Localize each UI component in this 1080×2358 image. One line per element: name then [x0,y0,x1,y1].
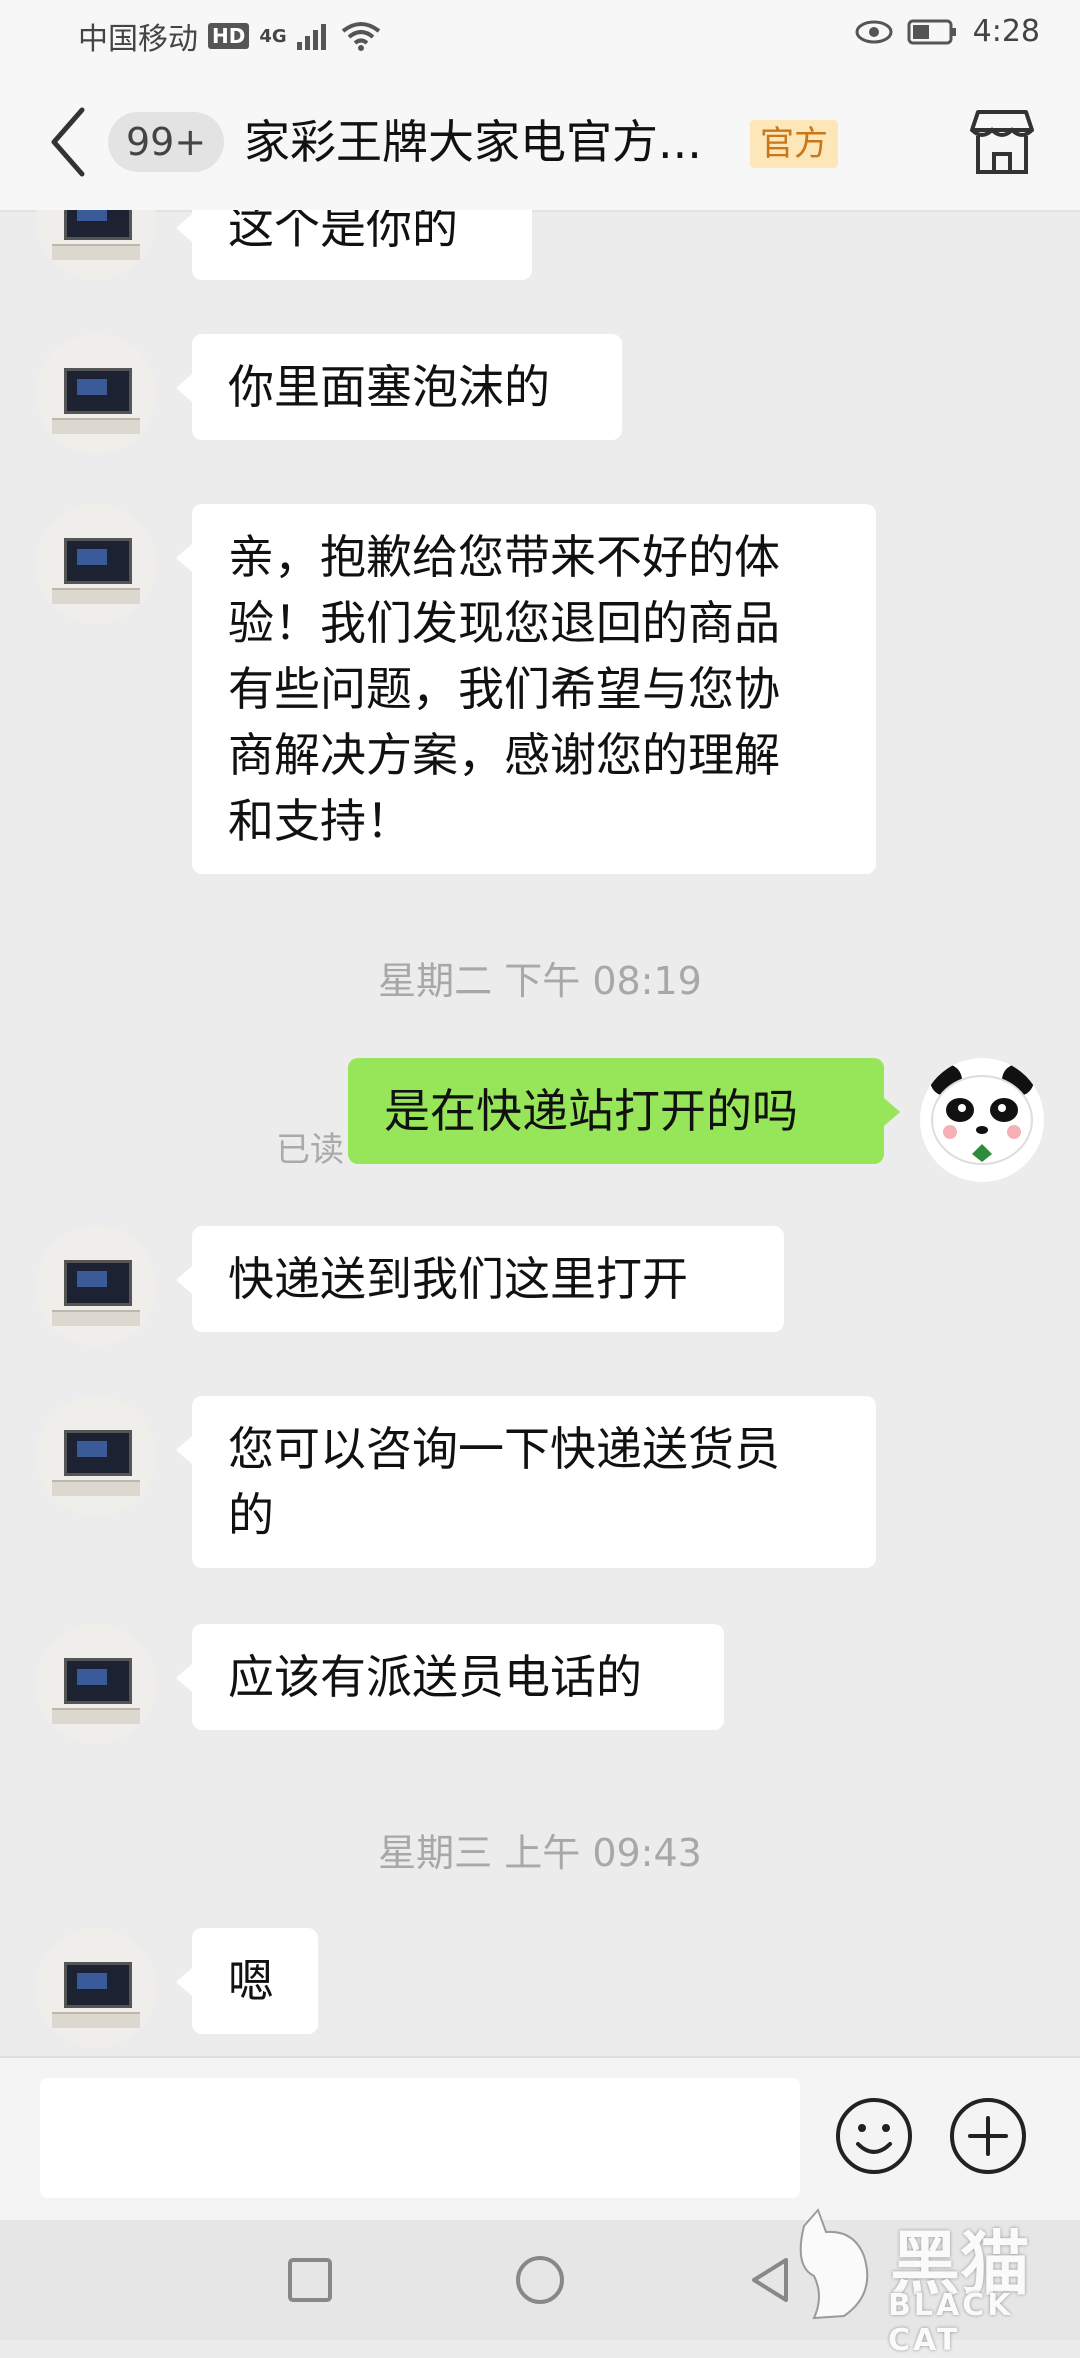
message-bubble[interactable]: 快递送到我们这里打开 [176,1226,784,1332]
eye-icon [855,20,893,43]
message-text: 应该有派送员电话的 [228,1650,642,1704]
watermark-subtext: BLACK CAT [888,2288,1014,2358]
message-text: 嗯 [228,1954,274,2008]
chevron-left-icon[interactable] [38,102,98,182]
message-text: 快递送到我们这里打开 [228,1252,688,1306]
status-bar: 中国移动 HD 4G 4:28 [0,0,1080,72]
message-input[interactable] [40,2078,800,2198]
store-icon[interactable] [964,104,1040,180]
clock: 4:28 [972,14,1040,49]
message-bubble[interactable]: 亲，抱歉给您带来不好的体 验！我们发现您退回的商品 有些问题，我们希望与您协 商… [176,504,876,874]
message-line: 验！我们发现您退回的商品 [228,596,780,650]
message-text: 这个是你的 [228,210,458,254]
cat-logo-icon [799,2208,869,2320]
chat-title: 家彩王牌大家电官方... [244,115,702,169]
shop-avatar[interactable] [36,1226,156,1346]
recents-icon[interactable] [280,2250,340,2310]
chat-header: 99+ 家彩王牌大家电官方... 官方 [0,72,1080,212]
message-list[interactable]: 这个是你的 你里面塞泡沫的 亲，抱歉给您带来不好的体 验！我们发现您退回的商品 … [0,210,1080,2056]
message-bubble[interactable]: 这个是你的 [176,210,532,280]
shop-avatar[interactable] [36,1396,156,1516]
message-text: 是在快递站打开的吗 [384,1084,798,1138]
shop-avatar[interactable] [36,504,156,624]
message-bubble[interactable]: 应该有派送员电话的 [176,1624,724,1730]
hd-icon: HD [208,23,250,49]
unread-count-badge[interactable]: 99+ [108,112,225,172]
plus-circle-icon[interactable] [946,2094,1030,2178]
watermark: 黑猫 BLACK CAT [780,2198,1070,2358]
home-icon[interactable] [510,2250,570,2310]
shop-avatar[interactable] [36,1624,156,1744]
message-line: 您可以咨询一下快递送货员 [228,1422,780,1476]
shop-avatar[interactable] [36,1928,156,2048]
message-line: 和支持！ [228,794,412,848]
signal-icon [296,24,326,50]
official-badge: 官方 [750,120,838,168]
message-bubble[interactable]: 你里面塞泡沫的 [176,334,622,440]
shop-avatar[interactable] [36,334,156,454]
carrier-label: 中国移动 [78,22,198,57]
user-avatar[interactable] [920,1058,1044,1182]
message-line: 有些问题，我们希望与您协 [228,662,780,716]
message-bubble[interactable]: 嗯 [176,1928,318,2034]
wifi-icon [341,22,380,51]
shop-avatar[interactable] [36,210,156,280]
message-line: 商解决方案，感谢您的理解 [228,728,780,782]
message-text: 你里面塞泡沫的 [228,360,550,414]
network-label: 4G [259,25,287,47]
timestamp: 星期三 上午 09:43 [378,1831,702,1875]
message-line: 亲，抱歉给您带来不好的体 [228,530,780,584]
my-message-bubble[interactable]: 是在快递站打开的吗 [348,1058,900,1164]
panda-icon [930,1064,1034,1165]
timestamp: 星期二 下午 08:19 [378,959,702,1003]
read-receipt: 已读 [276,1130,344,1170]
message-bubble[interactable]: 您可以咨询一下快递送货员 的 [176,1396,876,1568]
smiley-icon[interactable] [832,2094,916,2178]
message-line: 的 [228,1488,274,1542]
battery-icon [907,19,956,44]
